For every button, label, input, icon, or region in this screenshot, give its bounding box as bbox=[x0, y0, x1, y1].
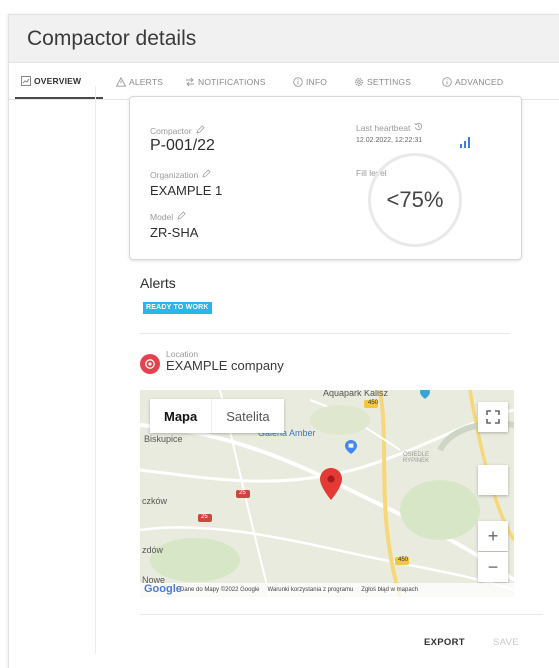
save-button: SAVE bbox=[493, 637, 519, 648]
tab-notifications[interactable]: NOTIFICATIONS bbox=[185, 64, 266, 99]
sidebar-divider bbox=[95, 86, 96, 654]
map-place-label: Aquapark Kalisz bbox=[323, 390, 389, 398]
tab-info[interactable]: INFO bbox=[293, 64, 327, 99]
tab-label: NOTIFICATIONS bbox=[198, 76, 266, 87]
edit-compactor-icon[interactable] bbox=[195, 125, 205, 136]
tab-label: ADVANCED bbox=[455, 76, 504, 87]
organization-label-text: Organization bbox=[150, 169, 199, 180]
tab-label: ALERTS bbox=[129, 76, 164, 87]
model-label: Model bbox=[150, 211, 186, 222]
edit-model-icon[interactable] bbox=[177, 211, 186, 222]
tab-settings[interactable]: SETTINGS bbox=[354, 64, 411, 99]
location-map[interactable]: Aquapark Kalisz Biskupice Galeria Amber … bbox=[140, 390, 514, 597]
fullscreen-icon bbox=[486, 410, 500, 424]
compactor-value: P-001/22 bbox=[150, 137, 215, 154]
compactor-label: Compactor bbox=[150, 125, 205, 136]
map-data-credit[interactable]: Dane do Mapy ©2022 Google bbox=[180, 587, 259, 593]
tab-label: SETTINGS bbox=[367, 76, 412, 87]
info-icon bbox=[442, 76, 452, 87]
panel-header: Compactor details bbox=[9, 15, 559, 63]
export-button[interactable]: EXPORT bbox=[424, 637, 465, 648]
heartbeat-label: Last heartbeat bbox=[356, 122, 423, 133]
road-number: 25 bbox=[239, 490, 246, 496]
organization-value: EXAMPLE 1 bbox=[150, 183, 223, 198]
compactor-label-text: Compactor bbox=[150, 125, 192, 136]
signal-icon bbox=[459, 135, 471, 153]
gear-icon bbox=[355, 77, 363, 86]
divider bbox=[140, 614, 543, 615]
road-number: 450 bbox=[398, 557, 409, 563]
divider bbox=[140, 333, 510, 334]
edit-organization-icon[interactable] bbox=[202, 169, 211, 180]
location-icon bbox=[140, 354, 160, 374]
tab-label: OVERVIEW bbox=[34, 75, 82, 86]
page-title: Compactor details bbox=[27, 27, 197, 50]
map-terms-link[interactable]: Warunki korzystania z programu bbox=[267, 587, 353, 593]
map-place-label: czków bbox=[142, 496, 168, 506]
model-value: ZR-SHA bbox=[150, 225, 199, 240]
status-badge: READY TO WORK bbox=[143, 302, 212, 314]
road-number: 450 bbox=[368, 400, 379, 406]
alerts-heading: Alerts bbox=[140, 275, 176, 291]
location-value: EXAMPLE company bbox=[166, 358, 284, 373]
map-type-control: Mapa Satelita bbox=[150, 399, 284, 433]
google-logo: Google bbox=[144, 583, 182, 595]
compactor-summary-card: Compactor P-001/22 Organization EXAMPLE … bbox=[129, 96, 522, 260]
place-pin-icon bbox=[420, 390, 430, 404]
zoom-in-button[interactable]: + bbox=[478, 521, 508, 551]
chart-icon bbox=[21, 75, 31, 86]
model-label-text: Model bbox=[150, 211, 174, 222]
map-type-button[interactable]: Mapa bbox=[150, 399, 211, 433]
pegman-button[interactable] bbox=[478, 465, 508, 495]
location-marker-icon[interactable] bbox=[320, 468, 342, 505]
tab-overview[interactable]: OVERVIEW bbox=[15, 64, 103, 99]
organization-label: Organization bbox=[150, 169, 211, 180]
satellite-type-button[interactable]: Satelita bbox=[211, 399, 283, 433]
heartbeat-value: 12.02.2022, 12:22:31 bbox=[356, 137, 423, 144]
tab-alerts[interactable]: ALERTS bbox=[116, 64, 163, 99]
tab-advanced[interactable]: ADVANCED bbox=[442, 64, 503, 99]
info-icon bbox=[293, 76, 303, 87]
tab-bar: OVERVIEW ALERTS NOTIFICATIONS INFO SETTI… bbox=[9, 64, 559, 100]
arrows-icon bbox=[186, 77, 194, 86]
map-place-label: OSIEDLE RYPINEK bbox=[402, 452, 430, 464]
tab-label: INFO bbox=[306, 76, 328, 87]
fill-level-gauge: <75% bbox=[368, 153, 462, 247]
fullscreen-button[interactable] bbox=[478, 402, 508, 432]
map-report-link[interactable]: Zgłoś błąd w mapach bbox=[361, 587, 418, 593]
history-icon[interactable] bbox=[414, 122, 423, 133]
zoom-out-button[interactable]: − bbox=[478, 552, 508, 582]
warning-icon bbox=[116, 76, 126, 87]
map-attribution: Dane do Mapy ©2022 Google Warunki korzys… bbox=[140, 583, 514, 597]
fill-level-value: <75% bbox=[386, 187, 444, 212]
road-number: 25 bbox=[201, 514, 208, 520]
mall-pin-icon bbox=[345, 440, 357, 459]
map-place-label: zdów bbox=[142, 545, 164, 555]
heartbeat-label-text: Last heartbeat bbox=[356, 122, 411, 133]
map-place-label: Biskupice bbox=[144, 434, 183, 444]
